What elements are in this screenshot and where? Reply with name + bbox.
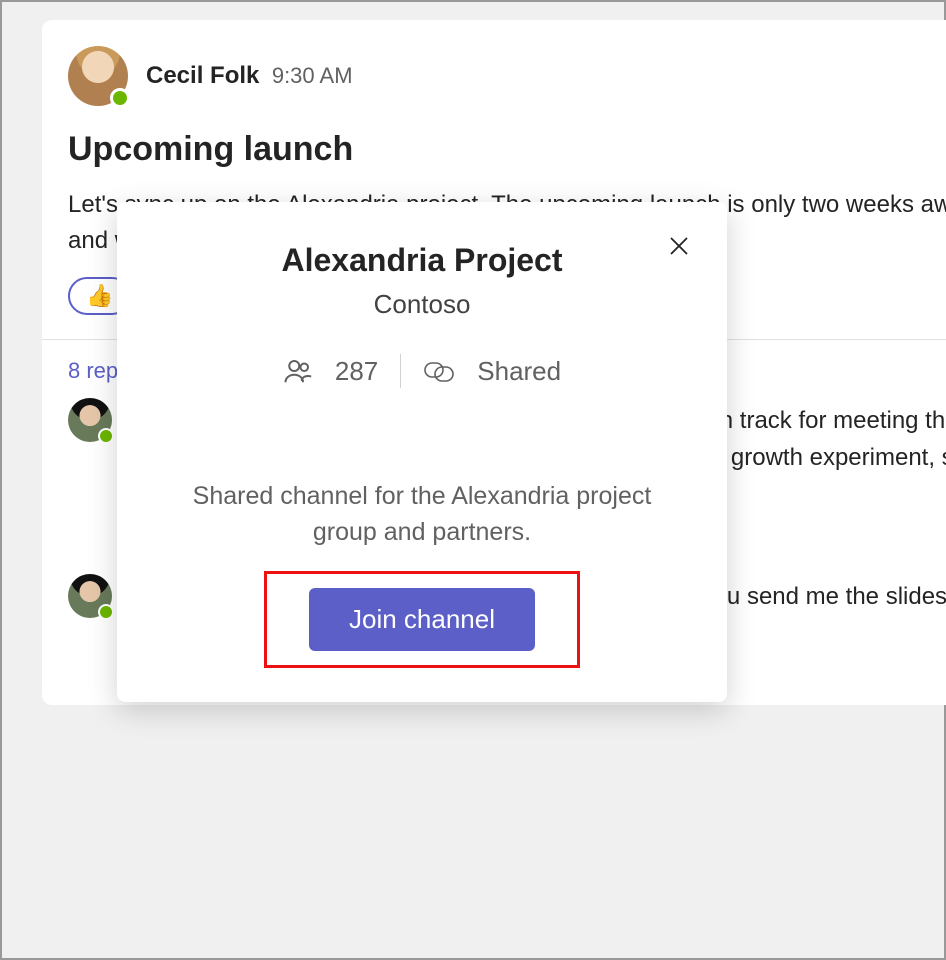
channel-description: Shared channel for the Alexandria projec…	[153, 478, 691, 551]
people-icon	[283, 356, 313, 386]
shared-label: Shared	[477, 356, 561, 387]
avatar[interactable]	[68, 46, 128, 106]
join-channel-button[interactable]: Join channel	[309, 588, 535, 651]
presence-available-icon	[98, 604, 114, 620]
channel-info-popover: Alexandria Project Contoso 287 Shared Sh…	[117, 202, 727, 702]
org-name: Contoso	[153, 289, 691, 320]
annotation-highlight: Join channel	[264, 571, 580, 668]
presence-available-icon	[110, 88, 130, 108]
post-title: Upcoming launch	[68, 130, 946, 169]
author-name[interactable]: Cecil Folk	[146, 62, 259, 89]
presence-available-icon	[98, 428, 114, 444]
post-timestamp: 9:30 AM	[272, 63, 353, 88]
member-count: 287	[335, 356, 378, 387]
thumbsup-icon: 👍	[86, 283, 113, 309]
channel-title: Alexandria Project	[153, 242, 691, 279]
post-header: Cecil Folk 9:30 AM	[68, 46, 946, 106]
channel-meta: 287 Shared	[153, 354, 691, 388]
close-icon	[668, 235, 690, 257]
shared-channel-icon	[423, 357, 455, 385]
close-button[interactable]	[661, 228, 697, 264]
avatar[interactable]	[68, 398, 112, 442]
avatar[interactable]	[68, 574, 112, 618]
separator	[400, 354, 401, 388]
